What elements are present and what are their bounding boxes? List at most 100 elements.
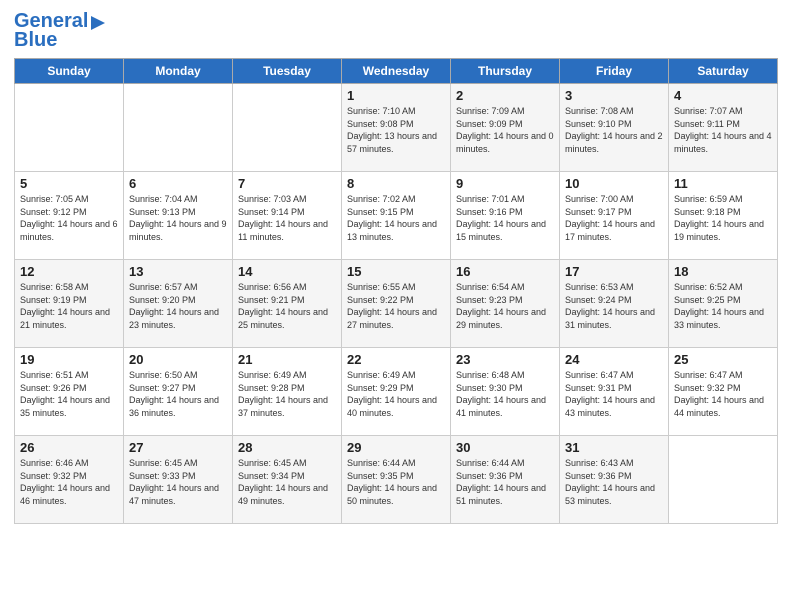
weekday-header-wednesday: Wednesday (342, 59, 451, 84)
day-info: Sunrise: 6:46 AMSunset: 9:32 PMDaylight:… (20, 457, 118, 507)
day-cell (669, 436, 778, 524)
day-number: 1 (347, 88, 445, 103)
day-cell: 27 Sunrise: 6:45 AMSunset: 9:33 PMDayligh… (124, 436, 233, 524)
day-info: Sunrise: 7:09 AMSunset: 9:09 PMDaylight:… (456, 105, 554, 155)
day-number: 18 (674, 264, 772, 279)
day-cell: 11 Sunrise: 6:59 AMSunset: 9:18 PMDayligh… (669, 172, 778, 260)
day-number: 15 (347, 264, 445, 279)
day-cell: 24Sunrise: 6:47 AMSunset: 9:31 PMDayligh… (560, 348, 669, 436)
day-number: 16 (456, 264, 554, 279)
day-number: 11 (674, 176, 772, 191)
day-cell: 14Sunrise: 6:56 AMSunset: 9:21 PMDayligh… (233, 260, 342, 348)
week-row-1: 1 Sunrise: 7:10 AMSunset: 9:08 PMDaylight… (15, 84, 778, 172)
day-cell (15, 84, 124, 172)
day-info: Sunrise: 6:45 AMSunset: 9:33 PMDaylight:… (129, 457, 227, 507)
day-cell (124, 84, 233, 172)
day-cell: 4 Sunrise: 7:07 AMSunset: 9:11 PMDaylight… (669, 84, 778, 172)
day-number: 6 (129, 176, 227, 191)
day-number: 21 (238, 352, 336, 367)
day-cell: 1 Sunrise: 7:10 AMSunset: 9:08 PMDaylight… (342, 84, 451, 172)
day-cell: 19 Sunrise: 6:51 AMSunset: 9:26 PMDayligh… (15, 348, 124, 436)
day-cell: 29 Sunrise: 6:44 AMSunset: 9:35 PMDayligh… (342, 436, 451, 524)
day-number: 17 (565, 264, 663, 279)
day-cell: 21 Sunrise: 6:49 AMSunset: 9:28 PMDayligh… (233, 348, 342, 436)
day-number: 23 (456, 352, 554, 367)
day-cell: 26Sunrise: 6:46 AMSunset: 9:32 PMDayligh… (15, 436, 124, 524)
day-cell: 16 Sunrise: 6:54 AMSunset: 9:23 PMDayligh… (451, 260, 560, 348)
day-number: 19 (20, 352, 118, 367)
day-number: 24 (565, 352, 663, 367)
day-info: Sunrise: 6:43 AMSunset: 9:36 PMDaylight:… (565, 457, 663, 507)
day-info: Sunrise: 6:48 AMSunset: 9:30 PMDaylight:… (456, 369, 554, 419)
day-info: Sunrise: 6:51 AMSunset: 9:26 PMDaylight:… (20, 369, 118, 419)
day-cell: 15 Sunrise: 6:55 AMSunset: 9:22 PMDayligh… (342, 260, 451, 348)
day-info: Sunrise: 7:07 AMSunset: 9:11 PMDaylight:… (674, 105, 772, 155)
day-number: 2 (456, 88, 554, 103)
day-cell: 30 Sunrise: 6:44 AMSunset: 9:36 PMDayligh… (451, 436, 560, 524)
day-number: 8 (347, 176, 445, 191)
day-cell: 13 Sunrise: 6:57 AMSunset: 9:20 PMDayligh… (124, 260, 233, 348)
day-info: Sunrise: 7:10 AMSunset: 9:08 PMDaylight:… (347, 105, 445, 155)
week-row-2: 5 Sunrise: 7:05 AMSunset: 9:12 PMDaylight… (15, 172, 778, 260)
day-info: Sunrise: 6:44 AMSunset: 9:36 PMDaylight:… (456, 457, 554, 507)
day-number: 4 (674, 88, 772, 103)
day-cell: 8 Sunrise: 7:02 AMSunset: 9:15 PMDaylight… (342, 172, 451, 260)
logo: General Blue (14, 10, 107, 52)
day-number: 22 (347, 352, 445, 367)
day-info: Sunrise: 6:53 AMSunset: 9:24 PMDaylight:… (565, 281, 663, 331)
day-info: Sunrise: 6:57 AMSunset: 9:20 PMDaylight:… (129, 281, 227, 331)
weekday-header-saturday: Saturday (669, 59, 778, 84)
weekday-header-tuesday: Tuesday (233, 59, 342, 84)
weekday-header-monday: Monday (124, 59, 233, 84)
logo-arrow-icon (89, 14, 107, 32)
day-number: 29 (347, 440, 445, 455)
day-number: 5 (20, 176, 118, 191)
day-info: Sunrise: 6:54 AMSunset: 9:23 PMDaylight:… (456, 281, 554, 331)
day-number: 10 (565, 176, 663, 191)
week-row-4: 19 Sunrise: 6:51 AMSunset: 9:26 PMDayligh… (15, 348, 778, 436)
day-number: 12 (20, 264, 118, 279)
weekday-header-thursday: Thursday (451, 59, 560, 84)
day-info: Sunrise: 6:52 AMSunset: 9:25 PMDaylight:… (674, 281, 772, 331)
day-cell: 18 Sunrise: 6:52 AMSunset: 9:25 PMDayligh… (669, 260, 778, 348)
day-number: 31 (565, 440, 663, 455)
calendar-table: SundayMondayTuesdayWednesdayThursdayFrid… (14, 58, 778, 524)
day-info: Sunrise: 6:49 AMSunset: 9:29 PMDaylight:… (347, 369, 445, 419)
day-cell: 10Sunrise: 7:00 AMSunset: 9:17 PMDayligh… (560, 172, 669, 260)
day-info: Sunrise: 7:02 AMSunset: 9:15 PMDaylight:… (347, 193, 445, 243)
day-number: 14 (238, 264, 336, 279)
day-cell: 6 Sunrise: 7:04 AMSunset: 9:13 PMDaylight… (124, 172, 233, 260)
weekday-header-friday: Friday (560, 59, 669, 84)
day-info: Sunrise: 7:04 AMSunset: 9:13 PMDaylight:… (129, 193, 227, 243)
day-number: 25 (674, 352, 772, 367)
day-cell: 28 Sunrise: 6:45 AMSunset: 9:34 PMDayligh… (233, 436, 342, 524)
day-number: 3 (565, 88, 663, 103)
day-cell: 9 Sunrise: 7:01 AMSunset: 9:16 PMDaylight… (451, 172, 560, 260)
day-info: Sunrise: 6:50 AMSunset: 9:27 PMDaylight:… (129, 369, 227, 419)
day-info: Sunrise: 6:49 AMSunset: 9:28 PMDaylight:… (238, 369, 336, 419)
day-info: Sunrise: 6:44 AMSunset: 9:35 PMDaylight:… (347, 457, 445, 507)
day-cell: 20Sunrise: 6:50 AMSunset: 9:27 PMDayligh… (124, 348, 233, 436)
day-info: Sunrise: 7:01 AMSunset: 9:16 PMDaylight:… (456, 193, 554, 243)
week-row-3: 12 Sunrise: 6:58 AMSunset: 9:19 PMDayligh… (15, 260, 778, 348)
day-number: 27 (129, 440, 227, 455)
day-cell: 7Sunrise: 7:03 AMSunset: 9:14 PMDaylight… (233, 172, 342, 260)
day-info: Sunrise: 6:58 AMSunset: 9:19 PMDaylight:… (20, 281, 118, 331)
day-cell: 2 Sunrise: 7:09 AMSunset: 9:09 PMDaylight… (451, 84, 560, 172)
day-number: 13 (129, 264, 227, 279)
day-info: Sunrise: 7:08 AMSunset: 9:10 PMDaylight:… (565, 105, 663, 155)
weekday-header-sunday: Sunday (15, 59, 124, 84)
day-info: Sunrise: 7:05 AMSunset: 9:12 PMDaylight:… (20, 193, 118, 243)
day-number: 30 (456, 440, 554, 455)
day-cell: 22 Sunrise: 6:49 AMSunset: 9:29 PMDayligh… (342, 348, 451, 436)
day-cell: 31 Sunrise: 6:43 AMSunset: 9:36 PMDayligh… (560, 436, 669, 524)
day-cell: 5 Sunrise: 7:05 AMSunset: 9:12 PMDaylight… (15, 172, 124, 260)
day-number: 9 (456, 176, 554, 191)
day-info: Sunrise: 6:45 AMSunset: 9:34 PMDaylight:… (238, 457, 336, 507)
day-info: Sunrise: 6:59 AMSunset: 9:18 PMDaylight:… (674, 193, 772, 243)
weekday-header-row: SundayMondayTuesdayWednesdayThursdayFrid… (15, 59, 778, 84)
day-cell: 12 Sunrise: 6:58 AMSunset: 9:19 PMDayligh… (15, 260, 124, 348)
day-number: 28 (238, 440, 336, 455)
day-cell: 17 Sunrise: 6:53 AMSunset: 9:24 PMDayligh… (560, 260, 669, 348)
day-info: Sunrise: 6:55 AMSunset: 9:22 PMDaylight:… (347, 281, 445, 331)
